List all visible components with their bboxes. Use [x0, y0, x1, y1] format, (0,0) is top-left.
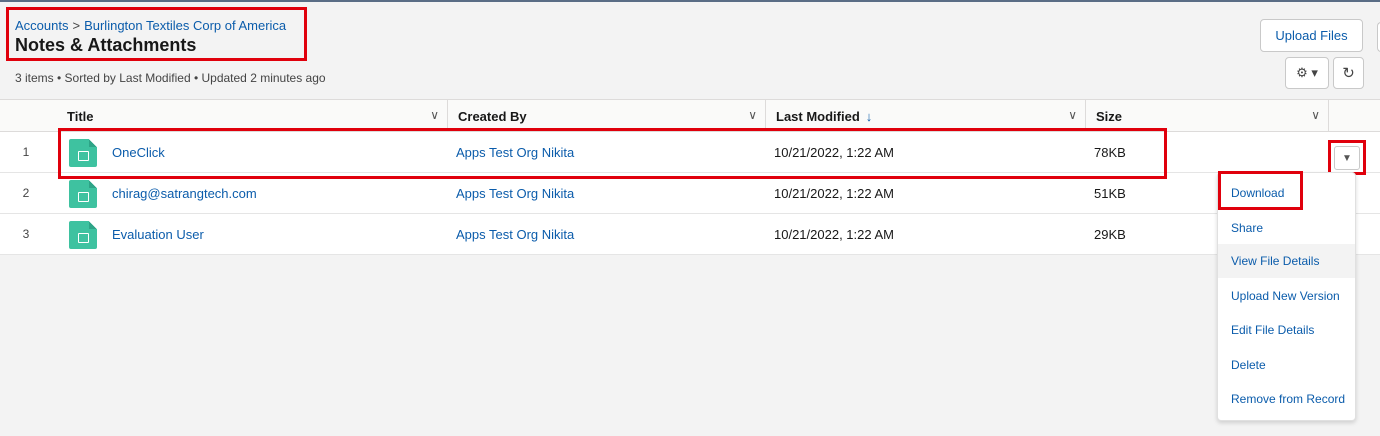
menu-item-view-file-details[interactable]: View File Details — [1218, 244, 1355, 278]
file-title-link[interactable]: chirag@satrangtech.com — [112, 173, 257, 213]
created-by-link[interactable]: Apps Test Org Nikita — [456, 214, 574, 254]
refresh-button[interactable]: ↻ — [1333, 57, 1364, 89]
image-file-icon — [69, 180, 97, 208]
column-header-size[interactable]: Size ∨ — [1086, 100, 1329, 132]
table-row: 1 OneClick Apps Test Org Nikita 10/21/20… — [0, 132, 1380, 173]
sort-arrow-down-icon: ↓ — [865, 108, 873, 124]
menu-item-upload-new-version[interactable]: Upload New Version — [1218, 279, 1355, 313]
menu-item-remove-from-record[interactable]: Remove from Record — [1218, 382, 1355, 416]
breadcrumb-record-link[interactable]: Burlington Textiles Corp of America — [84, 18, 286, 33]
column-label-last-modified: Last Modified — [776, 108, 860, 124]
chevron-down-icon[interactable]: ∨ — [748, 108, 757, 122]
chevron-down-icon[interactable]: ∨ — [1311, 108, 1320, 122]
table-row: 3 Evaluation User Apps Test Org Nikita 1… — [0, 214, 1380, 255]
column-label-size: Size — [1096, 108, 1123, 124]
breadcrumb-separator: > — [72, 18, 81, 33]
file-title-link[interactable]: Evaluation User — [112, 214, 204, 254]
row-actions-menu: Download Share View File Details Upload … — [1217, 172, 1356, 421]
column-label-created-by: Created By — [458, 108, 527, 124]
table-row: 2 chirag@satrangtech.com Apps Test Org N… — [0, 173, 1380, 214]
attachments-table: Title ∨ Created By ∨ Last Modified ↓ ∨ S… — [0, 99, 1380, 255]
list-meta-info: 3 items • Sorted by Last Modified • Upda… — [15, 71, 326, 85]
chevron-down-icon[interactable]: ∨ — [1068, 108, 1077, 122]
image-file-icon — [69, 139, 97, 167]
chevron-down-icon[interactable]: ∨ — [430, 108, 439, 122]
row-number: 3 — [22, 227, 30, 241]
page-header: Accounts > Burlington Textiles Corp of Ame… — [0, 2, 1380, 99]
row-number: 2 — [22, 186, 30, 200]
last-modified-value: 10/21/2022, 1:22 AM — [774, 185, 894, 201]
created-by-link[interactable]: Apps Test Org Nikita — [456, 173, 574, 213]
settings-gear-button[interactable]: ⚙ ▾ — [1285, 57, 1329, 89]
row-actions-button[interactable]: ▼ — [1334, 146, 1360, 170]
size-value: 78KB — [1094, 144, 1126, 160]
menu-item-edit-file-details[interactable]: Edit File Details — [1218, 313, 1355, 347]
file-title-link[interactable]: OneClick — [112, 132, 165, 172]
image-file-icon — [69, 221, 97, 249]
last-modified-value: 10/21/2022, 1:22 AM — [774, 226, 894, 242]
column-label-title: Title — [67, 108, 94, 124]
created-by-link[interactable]: Apps Test Org Nikita — [456, 132, 574, 172]
menu-item-share[interactable]: Share — [1218, 211, 1355, 245]
menu-item-delete[interactable]: Delete — [1218, 348, 1355, 382]
column-header-title[interactable]: Title ∨ — [57, 100, 448, 132]
upload-files-button[interactable]: Upload Files — [1260, 19, 1363, 52]
row-number: 1 — [22, 145, 30, 159]
gear-icon: ⚙ ▾ — [1296, 65, 1318, 80]
size-value: 29KB — [1094, 226, 1126, 242]
last-modified-value: 10/21/2022, 1:22 AM — [774, 144, 894, 160]
refresh-icon: ↻ — [1342, 65, 1355, 82]
page-title: Notes & Attachments — [15, 35, 197, 55]
caret-down-icon: ▼ — [1342, 152, 1352, 164]
column-header-last-modified[interactable]: Last Modified ↓ ∨ — [766, 100, 1086, 132]
column-header-created-by[interactable]: Created By ∨ — [448, 100, 766, 132]
size-value: 51KB — [1094, 185, 1126, 201]
menu-item-download[interactable]: Download — [1218, 176, 1355, 210]
table-header: Title ∨ Created By ∨ Last Modified ↓ ∨ S… — [0, 99, 1380, 132]
breadcrumb: Accounts > Burlington Textiles Corp of Ame… — [15, 18, 286, 33]
breadcrumb-accounts-link[interactable]: Accounts — [15, 18, 68, 33]
